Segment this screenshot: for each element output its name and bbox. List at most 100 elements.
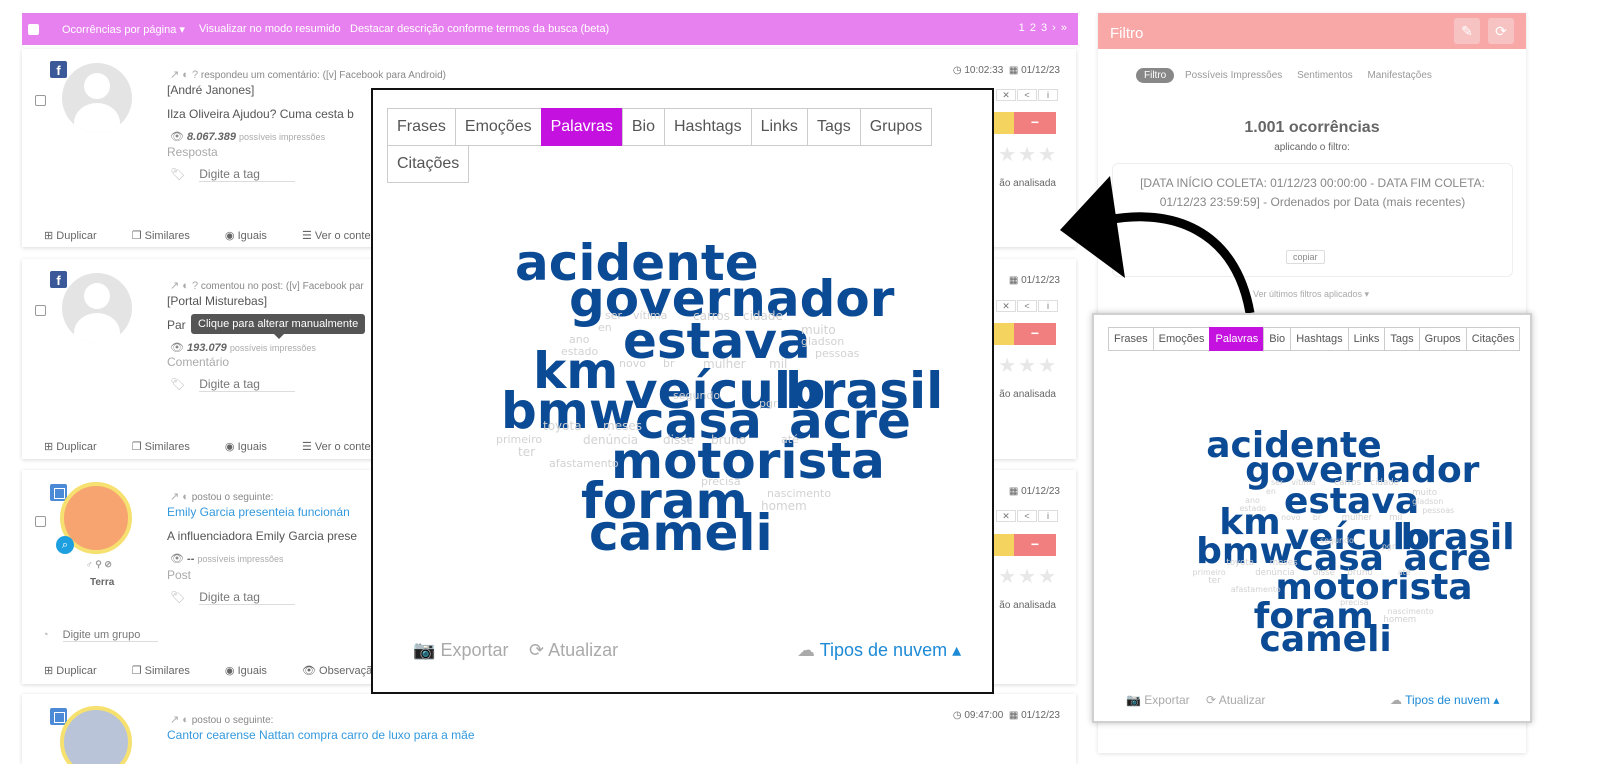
share-icon[interactable]: < [1017, 510, 1037, 522]
negative-sentiment-button[interactable]: − [1014, 323, 1056, 345]
duplicate-button[interactable]: ⊞ Duplicar [44, 665, 113, 677]
cloud-word-cidade[interactable]: cidade [1370, 479, 1399, 488]
cloud-word-ser[interactable]: ser [605, 310, 622, 321]
cloud-word-precisa[interactable]: precisa [1340, 598, 1368, 607]
cloud-word-carros[interactable]: carros [1334, 479, 1361, 488]
duplicate-button[interactable]: ⊞ Duplicar [44, 441, 113, 453]
cloud-word-cidade[interactable]: cidade [743, 310, 783, 322]
cloud-word-cameli[interactable]: cameli [589, 508, 773, 558]
per-page-dropdown[interactable]: Ocorrências por página ▾ [62, 23, 185, 36]
tag-input[interactable]: 🏷 Digite a tag [170, 167, 296, 182]
duplicate-button[interactable]: ⊞ Duplicar [44, 230, 113, 242]
cloud-word-pgr[interactable]: pgr [759, 398, 778, 409]
info-icon[interactable]: i [1038, 510, 1058, 522]
cloud-word-mulher[interactable]: mulher [1342, 514, 1373, 523]
tag-input[interactable]: 🏷 Digite a tag [170, 377, 296, 392]
cloud-word-toyota[interactable]: toyota [1226, 558, 1254, 568]
cloud-word-denúncia[interactable]: denúncia [583, 434, 638, 446]
cloud-word-ter[interactable]: ter [1208, 577, 1220, 586]
cloud-word-afastamento[interactable]: afastamento [549, 458, 619, 469]
cloud-word-segundo[interactable]: segundo [1320, 537, 1354, 545]
equal-button[interactable]: ◉ Iguais [225, 665, 283, 677]
cloud-word-ano[interactable]: ano [569, 334, 589, 345]
info-icon[interactable]: i [1038, 89, 1058, 101]
equal-button[interactable]: ◉ Iguais [225, 441, 283, 453]
cloud-word-ter[interactable]: ter [518, 446, 535, 458]
neutral-sentiment-button[interactable] [994, 323, 1014, 345]
cloud-word-estado[interactable]: estado [561, 346, 598, 357]
equal-button[interactable]: ◉ Iguais [225, 230, 283, 242]
cloud-word-afastamento[interactable]: afastamento [1231, 586, 1281, 594]
cloud-types-dropdown[interactable]: ☁ Tipos de nuvem ▴ [1390, 693, 1499, 707]
export-button[interactable]: 📷 Exportar [1126, 693, 1190, 707]
cloud-word-vítima[interactable]: vítima [633, 310, 667, 321]
cloud-word-meses[interactable]: meses [603, 420, 642, 432]
tab-impressions[interactable]: Possíveis Impressões [1185, 70, 1282, 81]
similar-button[interactable]: ❐ Similares [132, 441, 206, 453]
cloud-word-en[interactable]: en [598, 322, 612, 333]
cloud-word-novo[interactable]: novo [1281, 514, 1300, 522]
cloud-word-disse[interactable]: disse [663, 434, 694, 446]
cloud-word-br[interactable]: br [663, 358, 675, 369]
cloud-word-disse[interactable]: disse [1313, 569, 1335, 578]
select-all-checkbox[interactable] [28, 24, 39, 35]
refresh-button[interactable]: ⟳ Atualizar [529, 640, 618, 661]
cloud-word-segundo[interactable]: segundo [673, 390, 720, 401]
cloud-word-gladson[interactable]: gladson [801, 336, 844, 347]
similar-button[interactable]: ❐ Similares [132, 230, 206, 242]
external-link-icon[interactable]: ↗ ◐ ? [170, 280, 198, 292]
post-title[interactable]: Emily Garcia presenteia funcionán [167, 505, 350, 519]
negative-sentiment-button[interactable]: − [1014, 112, 1056, 134]
cloud-word-até[interactable]: até [781, 434, 799, 445]
external-link-icon[interactable]: ↗ ◐ [170, 714, 189, 726]
cloud-word-toyota[interactable]: toyota [543, 420, 582, 432]
cloud-word-homem[interactable]: homem [1383, 616, 1416, 625]
cloud-word-carros[interactable]: carros [693, 310, 730, 322]
cloud-word-precisa[interactable]: precisa [701, 476, 741, 487]
refresh-icon[interactable]: ⟳ [1488, 18, 1514, 44]
share-icon[interactable]: < [1017, 89, 1037, 101]
cloud-word-mil[interactable]: mil [769, 358, 787, 370]
tab-sentiments[interactable]: Sentimentos [1297, 70, 1353, 81]
cloud-word-homem[interactable]: homem [761, 500, 807, 512]
neutral-sentiment-button[interactable] [994, 112, 1014, 134]
share-icon[interactable]: < [1017, 300, 1037, 312]
post-author[interactable]: [André Janones] [167, 83, 254, 97]
neutral-sentiment-button[interactable] [994, 534, 1014, 556]
group-input[interactable]: ◔ Digite um grupo [42, 629, 158, 642]
rating-stars[interactable]: ★★★ [998, 353, 1058, 378]
highlight-link[interactable]: Destacar descrição conforme termos da bu… [350, 23, 609, 35]
similar-button[interactable]: ❐ Similares [132, 665, 206, 677]
last-filters-link[interactable]: Ver últimos filtros aplicados ▾ [1253, 289, 1369, 300]
rating-stars[interactable]: ★★★ [998, 142, 1058, 167]
cloud-word-até[interactable]: até [1398, 568, 1411, 577]
post-author[interactable]: [Portal Misturebas] [167, 294, 267, 308]
cloud-word-meses[interactable]: meses [1270, 558, 1298, 568]
row-checkbox[interactable] [35, 95, 46, 106]
cloud-word-vítima[interactable]: vítima [1291, 479, 1316, 487]
cloud-word-nascimento[interactable]: nascimento [767, 488, 831, 499]
edit-icon[interactable]: ✎ [1454, 18, 1480, 44]
pagination[interactable]: 1 2 3 › » [1019, 22, 1068, 34]
cloud-word-bruno[interactable]: bruno [711, 434, 746, 446]
close-icon[interactable]: ✕ [996, 510, 1016, 522]
copy-button[interactable]: copiar [1286, 250, 1325, 264]
cloud-word-primeiro[interactable]: primeiro [496, 434, 542, 445]
cloud-word-cameli[interactable]: cameli [1260, 621, 1392, 658]
summary-mode-link[interactable]: Visualizar no modo resumido [199, 23, 341, 35]
negative-sentiment-button[interactable]: − [1014, 534, 1056, 556]
cloud-word-novo[interactable]: novo [619, 358, 646, 369]
cloud-word-br[interactable]: br [1313, 514, 1321, 522]
cloud-word-mulher[interactable]: mulher [703, 358, 746, 370]
tab-manifestations[interactable]: Manifestações [1367, 70, 1431, 81]
cloud-word-gladson[interactable]: gladson [1412, 498, 1443, 506]
rating-stars[interactable]: ★★★ [998, 564, 1058, 589]
cloud-word-mil[interactable]: mil [1389, 514, 1402, 523]
cloud-word-estado[interactable]: estado [1239, 505, 1266, 513]
cloud-word-en[interactable]: en [1266, 488, 1276, 496]
external-link-icon[interactable]: ↗ ◐ [170, 491, 189, 503]
close-icon[interactable]: ✕ [996, 89, 1016, 101]
cloud-word-denúncia[interactable]: denúncia [1255, 569, 1295, 578]
cloud-word-pessoas[interactable]: pessoas [1422, 506, 1454, 515]
post-title[interactable]: Cantor cearense Nattan compra carro de l… [167, 728, 475, 742]
